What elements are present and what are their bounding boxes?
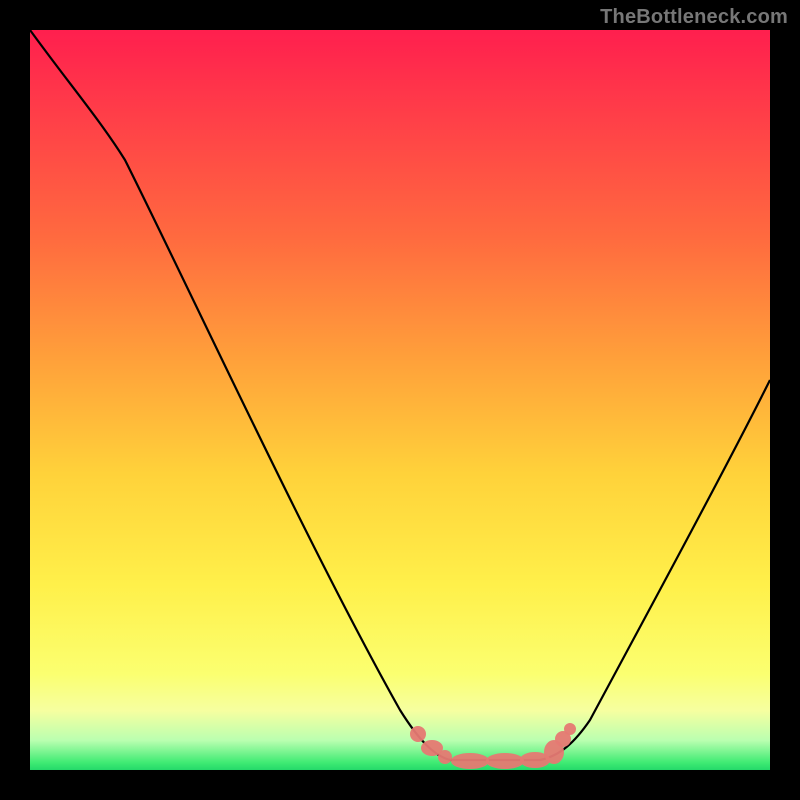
bottleneck-curve [30, 30, 770, 760]
optimal-region-marker [411, 724, 575, 768]
curve-svg [30, 30, 770, 770]
plot-area [30, 30, 770, 770]
watermark-text: TheBottleneck.com [600, 6, 788, 29]
chart-frame: TheBottleneck.com [0, 0, 800, 800]
